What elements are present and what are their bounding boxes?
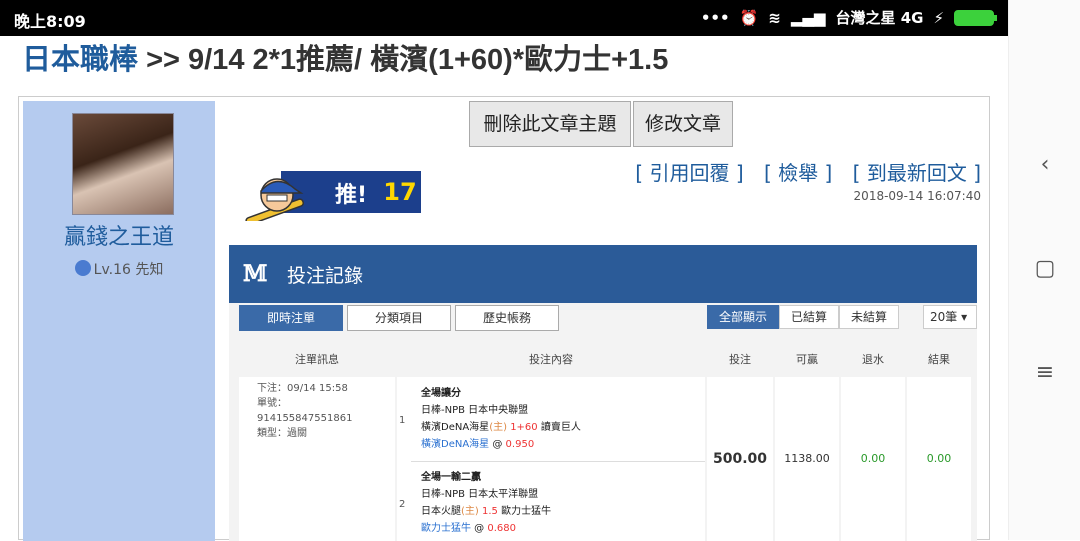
back-icon[interactable]: ‹ xyxy=(1033,152,1057,177)
push-count: 17 xyxy=(379,171,421,213)
order-date-row: 下注：09/14 15:58 xyxy=(257,381,377,396)
order-type: 過關 xyxy=(287,428,307,439)
page-title: 日本職棒 >> 9/14 2*1推薦/ 橫濱(1+60)*歐力士+1.5 xyxy=(22,36,668,76)
category-link[interactable]: 日本職棒 xyxy=(22,44,138,76)
bet-pick-row: 歐力士猛牛 @ 0.680 xyxy=(421,523,516,534)
bet-pick: 歐力士猛牛 xyxy=(421,523,471,534)
status-icons: ••• ⏰ ≋ ▂▄▆ 台灣之星 4G ⚡ xyxy=(700,7,997,28)
order-type-row: 類型：過關 xyxy=(257,426,377,441)
bet-matchup: 橫濱DeNA海星(主) 1+60 讀賣巨人 xyxy=(421,419,581,436)
bet-row-number: 2 xyxy=(399,499,406,510)
header-rebate: 退水 xyxy=(862,353,884,366)
row-divider xyxy=(411,461,705,462)
order-id-label: 單號： xyxy=(257,398,287,409)
order-info-cell: 下注：09/14 15:58 單號： 914155847551861 類型：過關 xyxy=(239,377,395,541)
edit-post-button[interactable]: 修改文章 xyxy=(633,101,733,147)
bet-line: 1+60 xyxy=(510,422,538,433)
panel-logo-icon: 𝕄 xyxy=(243,261,268,287)
bet-matchup: 日本火腿(主) 1.5 歐力士猛牛 xyxy=(421,503,551,520)
push-badge[interactable]: 推! 17 xyxy=(243,169,423,221)
bet-pick-row: 橫濱DeNA海星 @ 0.950 xyxy=(421,439,535,450)
level-icon xyxy=(74,260,91,276)
bet-odds: 0.680 xyxy=(487,523,516,534)
header-win: 可贏 xyxy=(796,353,818,366)
win-value: 1138.00 xyxy=(775,377,839,541)
header-bet-content: 投注內容 xyxy=(529,353,573,366)
per-page-select[interactable]: 20筆 ▾ xyxy=(923,305,977,329)
author-name[interactable]: 贏錢之王道 xyxy=(23,219,215,251)
order-id: 914155847551861 xyxy=(257,413,353,424)
author-level: Lv.16 先知 xyxy=(23,259,215,279)
bet-record-panel: 𝕄 投注記錄 即時注單 分類項目 歷史帳務 全部顯示 已結算 未結算 20筆 ▾… xyxy=(229,245,977,541)
report-link[interactable]: [ 檢舉 ] xyxy=(764,161,832,185)
bet-market: 全場讓分 xyxy=(421,388,461,399)
post-title: >> 9/14 2*1推薦/ 橫濱(1+60)*歐力士+1.5 xyxy=(138,44,669,76)
system-nav-bar: ‹ ▢ ≡ xyxy=(1008,0,1080,540)
bet-item: 全場一輸二贏 日棒-NPB 日本太平洋聯盟 日本火腿(主) 1.5 歐力士猛牛 … xyxy=(421,469,551,537)
mascot-icon xyxy=(245,178,305,221)
header-order-info: 注單訊息 xyxy=(295,353,339,366)
author-sidebar: 贏錢之王道 Lv.16 先知 xyxy=(23,101,215,541)
delete-topic-button[interactable]: 刪除此文章主題 xyxy=(469,101,631,147)
post-frame: 贏錢之王道 Lv.16 先知 刪除此文章主題 修改文章 [ 引用回覆 ] [ 檢… xyxy=(18,96,990,541)
latest-reply-link[interactable]: [ 到最新回文 ] xyxy=(853,161,981,185)
filter-settled[interactable]: 已結算 xyxy=(779,305,839,329)
bet-away-team: 讀賣巨人 xyxy=(540,422,581,433)
alarm-icon: ⏰ xyxy=(739,8,759,27)
bet-home-tag: (主) xyxy=(489,422,507,433)
bet-market: 全場一輸二贏 xyxy=(421,472,481,483)
chevron-down-icon: ▾ xyxy=(961,310,968,324)
status-bar: 晚上8:09 ••• ⏰ ≋ ▂▄▆ 台灣之星 4G ⚡ xyxy=(0,0,1008,36)
table-header: 注單訊息 投注內容 投注 可贏 退水 結果 xyxy=(229,339,977,377)
filter-all[interactable]: 全部顯示 xyxy=(707,305,779,329)
charging-icon: ⚡ xyxy=(933,8,944,27)
post-timestamp: 2018-09-14 16:07:40 xyxy=(853,189,981,203)
avatar[interactable] xyxy=(72,113,174,215)
stake-value: 500.00 xyxy=(707,377,773,541)
order-id-row: 單號： 914155847551861 xyxy=(257,396,377,426)
tab-live-bets[interactable]: 即時注單 xyxy=(239,305,343,331)
level-text: Lv.16 先知 xyxy=(93,262,164,278)
filter-unsettled[interactable]: 未結算 xyxy=(839,305,899,329)
menu-icon[interactable]: ≡ xyxy=(1033,360,1057,385)
tab-categories[interactable]: 分類項目 xyxy=(347,305,451,331)
bet-content-cell: 1 全場讓分 日棒-NPB 日本中央聯盟 橫濱DeNA海星(主) 1+60 讀賣… xyxy=(397,377,705,541)
bet-home-team: 日本火腿 xyxy=(421,506,461,517)
header-stake: 投注 xyxy=(729,353,751,366)
wifi-icon: ≋ xyxy=(768,8,781,27)
rebate-value: 0.00 xyxy=(841,377,905,541)
more-icon: ••• xyxy=(700,8,730,27)
bet-away-team: 歐力士猛牛 xyxy=(501,506,552,517)
quote-reply-link[interactable]: [ 引用回覆 ] xyxy=(635,161,743,185)
push-label: 推! xyxy=(335,183,368,208)
per-page-value: 20筆 xyxy=(930,310,958,324)
signal-icon: ▂▄▆ xyxy=(790,8,826,27)
tab-history[interactable]: 歷史帳務 xyxy=(455,305,559,331)
panel-header: 𝕄 投注記錄 xyxy=(229,245,977,303)
bet-league: 日棒-NPB 日本中央聯盟 xyxy=(421,405,529,416)
bet-pick: 橫濱DeNA海星 xyxy=(421,439,490,450)
bet-home-tag: (主) xyxy=(461,506,479,517)
panel-title: 投注記錄 xyxy=(287,265,364,287)
result-value: 0.00 xyxy=(907,377,971,541)
bet-line: 1.5 xyxy=(482,506,498,517)
battery-icon xyxy=(954,9,997,26)
bet-odds: 0.950 xyxy=(505,439,535,450)
order-date-label: 下注： xyxy=(257,383,287,394)
order-date: 09/14 15:58 xyxy=(287,383,348,394)
order-type-label: 類型： xyxy=(257,428,287,439)
header-result: 結果 xyxy=(928,353,950,366)
bet-league: 日棒-NPB 日本太平洋聯盟 xyxy=(421,489,539,500)
post-links: [ 引用回覆 ] [ 檢舉 ] [ 到最新回文 ] xyxy=(621,157,981,186)
bet-home-team: 橫濱DeNA海星 xyxy=(421,422,490,433)
bet-item: 全場讓分 日棒-NPB 日本中央聯盟 橫濱DeNA海星(主) 1+60 讀賣巨人… xyxy=(421,385,581,453)
clock: 晚上8:09 xyxy=(14,12,86,31)
home-icon[interactable]: ▢ xyxy=(1033,256,1057,281)
carrier-label: 台灣之星 4G xyxy=(835,9,924,27)
bet-row-number: 1 xyxy=(399,415,406,426)
